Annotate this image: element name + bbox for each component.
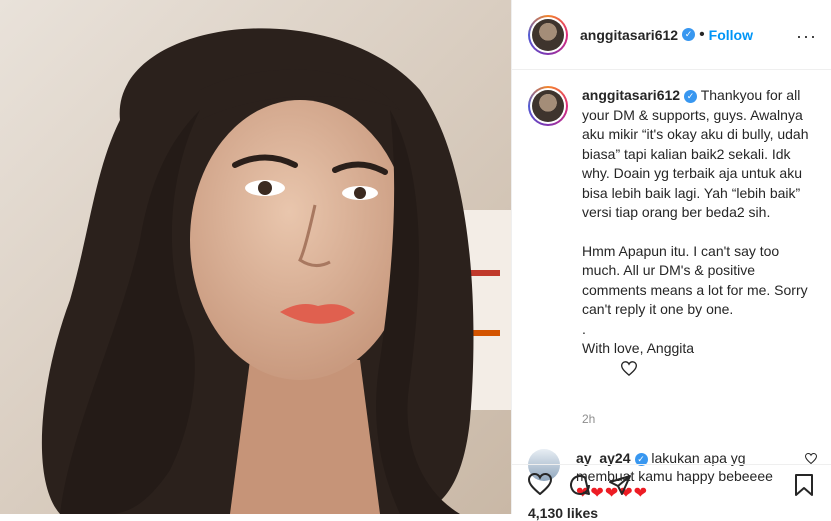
caption-paragraph-2: Hmm Apapun itu. I can't say too much. Al… [582,242,812,318]
caption-paragraph-1: Thankyou for all your DM & supports, guy… [582,87,813,220]
comment-like-icon[interactable] [805,453,817,464]
selfie-image [0,0,511,514]
more-options-icon[interactable]: ··· [796,26,817,47]
heart-icon[interactable] [528,473,552,495]
avatar[interactable] [528,14,568,55]
header-username[interactable]: anggitasari612 [580,27,678,43]
caption-username[interactable]: anggitasari612 [582,87,680,103]
comment-icon[interactable] [568,473,592,497]
caption-signoff: With love, Anggita [582,340,695,356]
caption: anggitasari612 ✓ Thankyou for all your DM… [512,70,831,429]
post-sidebar: anggitasari612 ✓ • Follow ··· anggitasar… [511,0,831,521]
instagram-post: anggitasari612 ✓ • Follow ··· anggitasar… [0,0,831,521]
share-icon[interactable] [608,473,632,497]
heart-outline-icon [620,360,637,376]
separator-dot: • [699,25,705,43]
action-bar: 4,130 likes [512,464,831,521]
post-photo[interactable] [0,0,511,514]
verified-icon: ✓ [684,89,698,103]
post-header: anggitasari612 ✓ • Follow ··· [512,0,831,70]
likes-count[interactable]: 4,130 likes [528,505,598,521]
caption-avatar[interactable] [528,86,568,126]
follow-button[interactable]: Follow [709,27,753,43]
bookmark-icon[interactable] [794,473,814,497]
verified-icon: ✓ [682,28,696,41]
caption-body: anggitasari612 ✓ Thankyou for all your DM… [582,86,812,429]
caption-dot-line: . [582,320,586,337]
post-timestamp[interactable]: 2h [582,410,812,430]
